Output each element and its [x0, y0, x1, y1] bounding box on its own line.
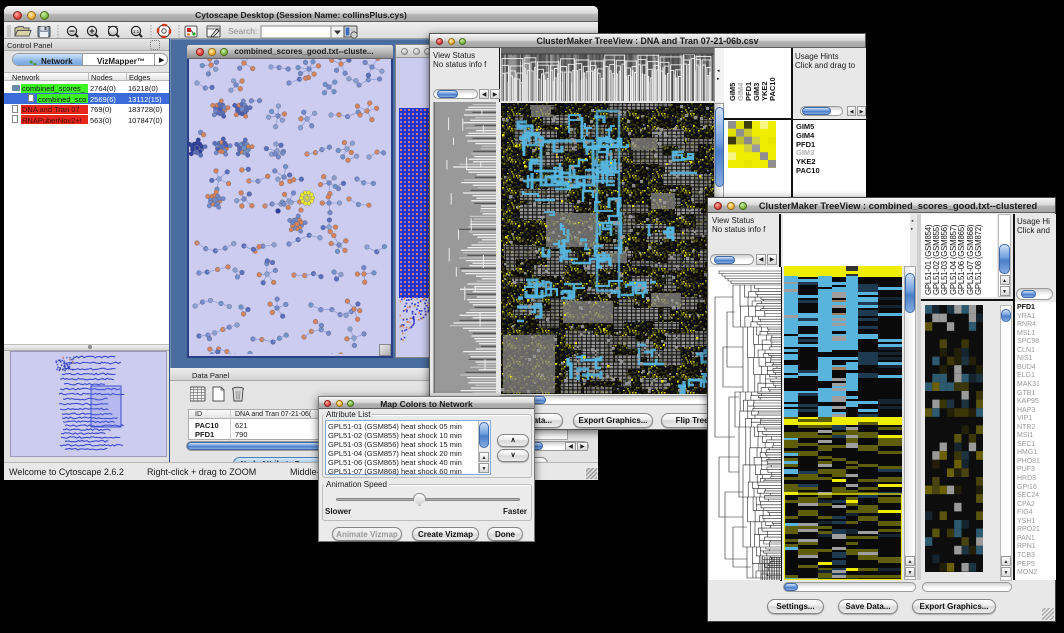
svg-text:Search:: Search:: [228, 26, 257, 36]
svg-text:1:1: 1:1: [133, 29, 140, 34]
